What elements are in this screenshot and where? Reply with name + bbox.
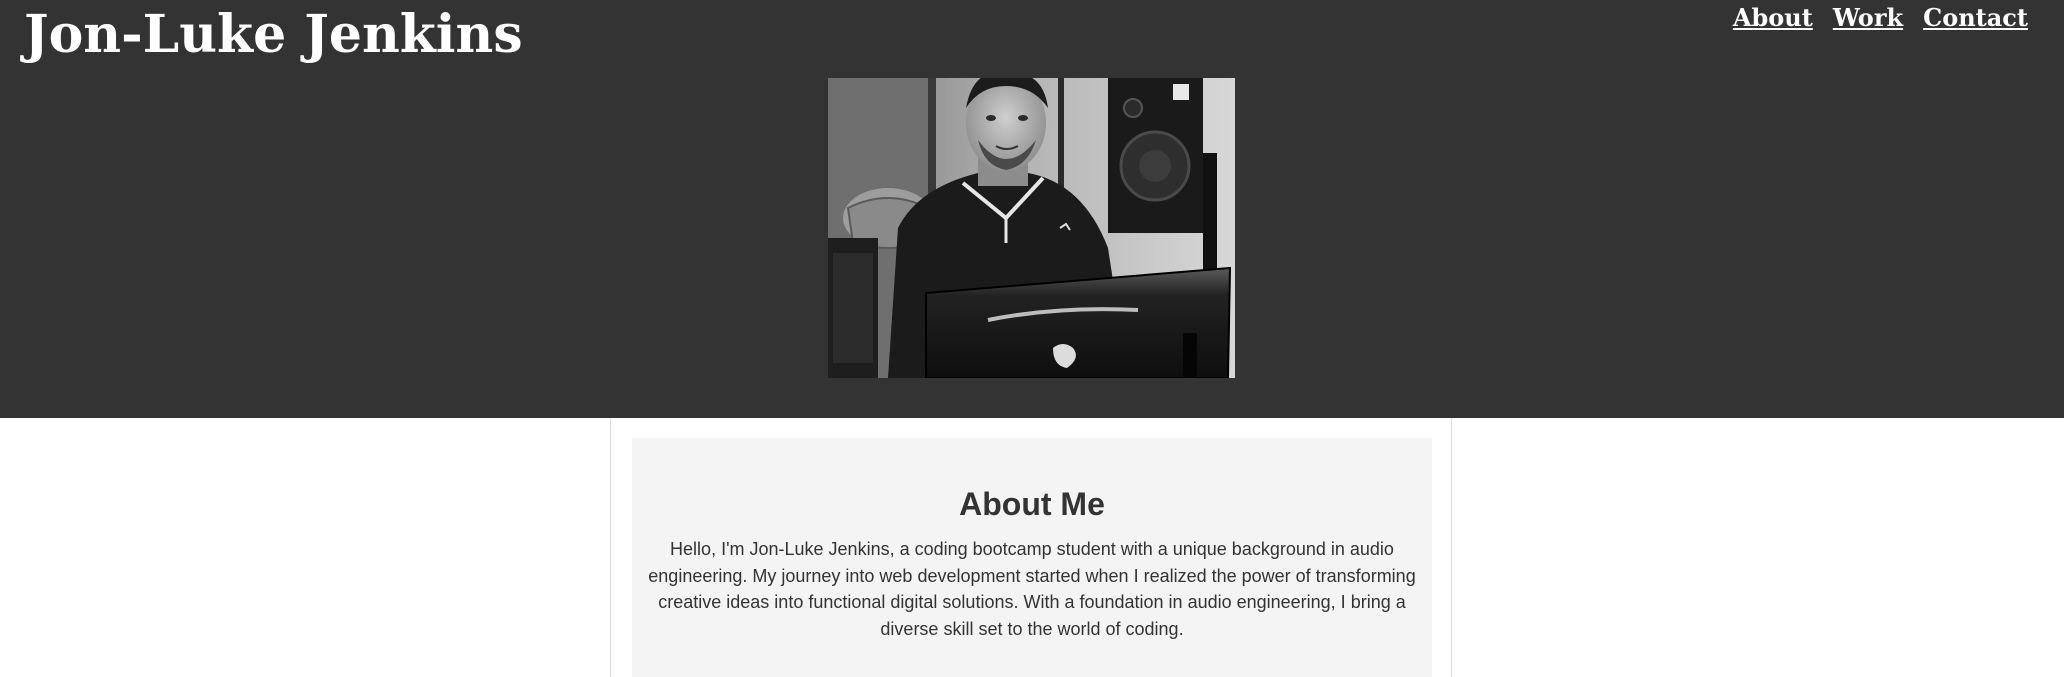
hero-photo-illustration	[828, 78, 1235, 378]
main-nav: About Work Contact	[1733, 2, 2028, 34]
nav-link-contact[interactable]: Contact	[1923, 2, 2028, 34]
site-title: Jon-Luke Jenkins	[24, 4, 523, 65]
nav-link-about[interactable]: About	[1733, 2, 1813, 34]
about-paragraph: Hello, I'm Jon-Luke Jenkins, a coding bo…	[648, 539, 1416, 639]
nav-link-work[interactable]: Work	[1833, 2, 1903, 34]
about-heading: About Me	[959, 486, 1105, 522]
about-section: About Me Hello, I'm Jon-Luke Jenkins, a …	[632, 438, 1432, 677]
site-header: Jon-Luke Jenkins About Work Contact	[0, 0, 2064, 418]
hero-photo	[828, 78, 1235, 378]
